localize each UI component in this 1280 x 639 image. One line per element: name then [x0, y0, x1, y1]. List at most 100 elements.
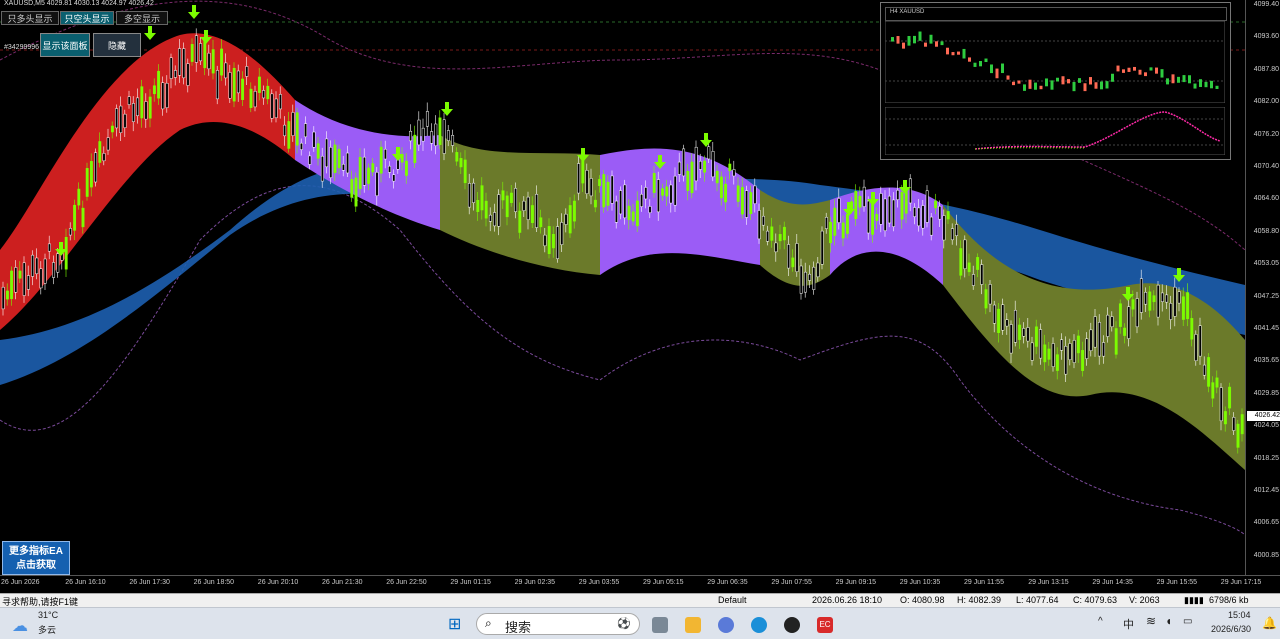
weather-cloud-icon[interactable]: ☁ — [12, 616, 28, 636]
mini-chart-panel[interactable]: H4 XAUUSD — [880, 2, 1231, 160]
candle — [455, 152, 459, 162]
mini-candle — [1210, 80, 1213, 89]
candle — [1018, 324, 1022, 340]
candle — [845, 213, 849, 234]
taskbar-search-input[interactable]: ⌕ 搜索 ⚽ — [476, 613, 640, 635]
mini-candle — [891, 37, 894, 42]
candle — [274, 98, 278, 119]
candle — [350, 179, 354, 198]
time-tick: 29 Jun 01:15 — [450, 579, 491, 586]
candle — [249, 88, 253, 108]
bar-low: L: 4077.64 — [1016, 595, 1059, 605]
clock-time[interactable]: 15:04 — [1228, 610, 1251, 620]
candle — [409, 130, 413, 142]
file-explorer-icon[interactable] — [685, 617, 701, 633]
candle — [1005, 319, 1009, 327]
candle — [724, 183, 728, 203]
candle — [312, 131, 316, 148]
mini-candle — [1023, 84, 1026, 91]
candle — [1202, 364, 1206, 376]
short-only-button[interactable]: 只空头显示 — [60, 11, 114, 25]
candle — [661, 188, 665, 196]
candle — [85, 168, 89, 197]
candle — [308, 155, 312, 165]
mini-candle — [979, 61, 982, 67]
candle — [854, 191, 858, 220]
mini-candle — [957, 51, 960, 55]
bearish-zone — [0, 33, 295, 330]
promo-button[interactable]: 更多指标EA 点击获取 — [2, 541, 70, 575]
candle — [362, 156, 366, 186]
candle — [22, 262, 26, 296]
qq-icon[interactable] — [784, 617, 800, 633]
candle — [992, 304, 996, 324]
time-tick: 26 Jun 17:30 — [129, 579, 170, 586]
mini-candle — [918, 31, 922, 41]
candle — [1013, 310, 1017, 343]
promo-line-1: 更多指标EA — [9, 546, 63, 557]
mini-candle-chart — [885, 21, 1225, 103]
price-axis[interactable]: 4099.40 4093.60 4087.80 4082.00 4076.20 4070.… — [1245, 0, 1280, 575]
candle — [1085, 338, 1089, 359]
show-panel-button[interactable]: 显示该面板 — [40, 33, 90, 57]
candle — [119, 105, 123, 134]
candle — [64, 236, 68, 270]
candle — [816, 262, 820, 278]
bar-volume: V: 2063 — [1129, 595, 1160, 605]
battery-icon[interactable]: ▭ — [1183, 616, 1192, 627]
weather-temp: 31°C — [38, 610, 59, 620]
promo-line-2: 点击获取 — [16, 560, 56, 571]
bar-datetime: 2026.06.26 18:10 — [812, 595, 883, 605]
candle — [1076, 335, 1080, 354]
wifi-icon[interactable]: ≋ — [1146, 614, 1156, 628]
chevron-up-icon[interactable]: ^ — [1098, 616, 1103, 627]
start-windows-icon[interactable]: ⊞ — [448, 614, 461, 634]
mini-candle — [1171, 74, 1175, 84]
candle — [262, 90, 266, 99]
mini-candle — [1166, 78, 1169, 85]
candle — [1064, 345, 1068, 375]
price-tick: 4000.85 — [1253, 551, 1279, 559]
mini-candle — [1067, 79, 1070, 84]
candle — [652, 173, 656, 193]
candle — [1186, 292, 1190, 320]
candle — [472, 182, 476, 203]
candle — [682, 148, 686, 177]
price-tick: 4029.85 — [1253, 389, 1279, 397]
candle — [1068, 343, 1072, 360]
mini-candle — [995, 68, 999, 79]
volume-icon[interactable]: ◖ — [1165, 614, 1172, 628]
candle — [253, 91, 257, 108]
ime-indicator[interactable]: 中 — [1123, 616, 1134, 632]
candle — [425, 111, 429, 127]
candle — [980, 264, 984, 285]
candle — [140, 86, 144, 119]
mini-candle — [1155, 67, 1158, 74]
candle — [946, 211, 950, 220]
candle — [728, 163, 732, 172]
candle — [396, 159, 400, 170]
candle — [266, 85, 270, 100]
mini-candle — [990, 64, 993, 74]
hide-button[interactable]: 隐藏 — [93, 33, 141, 57]
long-short-button[interactable]: 多空显示 — [116, 11, 168, 25]
candle — [215, 70, 219, 100]
mini-candle — [1144, 72, 1147, 77]
candle — [224, 62, 228, 79]
clock-date[interactable]: 2026/6/30 — [1211, 624, 1251, 634]
candle — [736, 185, 740, 202]
ec-app-icon[interactable]: EC — [817, 617, 833, 633]
task-view-icon[interactable] — [652, 617, 668, 633]
notification-icon[interactable]: 🔔 — [1262, 616, 1277, 630]
edge-browser-icon[interactable] — [751, 617, 767, 633]
copilot-icon[interactable] — [718, 617, 734, 633]
candle — [1228, 386, 1232, 409]
status-bar: 寻求帮助,请按F1键 Default 2026.06.26 18:10 O: 4… — [0, 593, 1280, 608]
candle — [463, 159, 467, 184]
time-axis[interactable]: 26 Jun 2026 26 Jun 16:10 26 Jun 17:30 26 Ju… — [0, 575, 1280, 594]
long-only-button[interactable]: 只多头显示 — [1, 11, 59, 25]
candle — [1039, 329, 1043, 359]
candle — [1106, 314, 1110, 337]
mini-candle — [1160, 69, 1164, 78]
candle — [161, 82, 165, 110]
